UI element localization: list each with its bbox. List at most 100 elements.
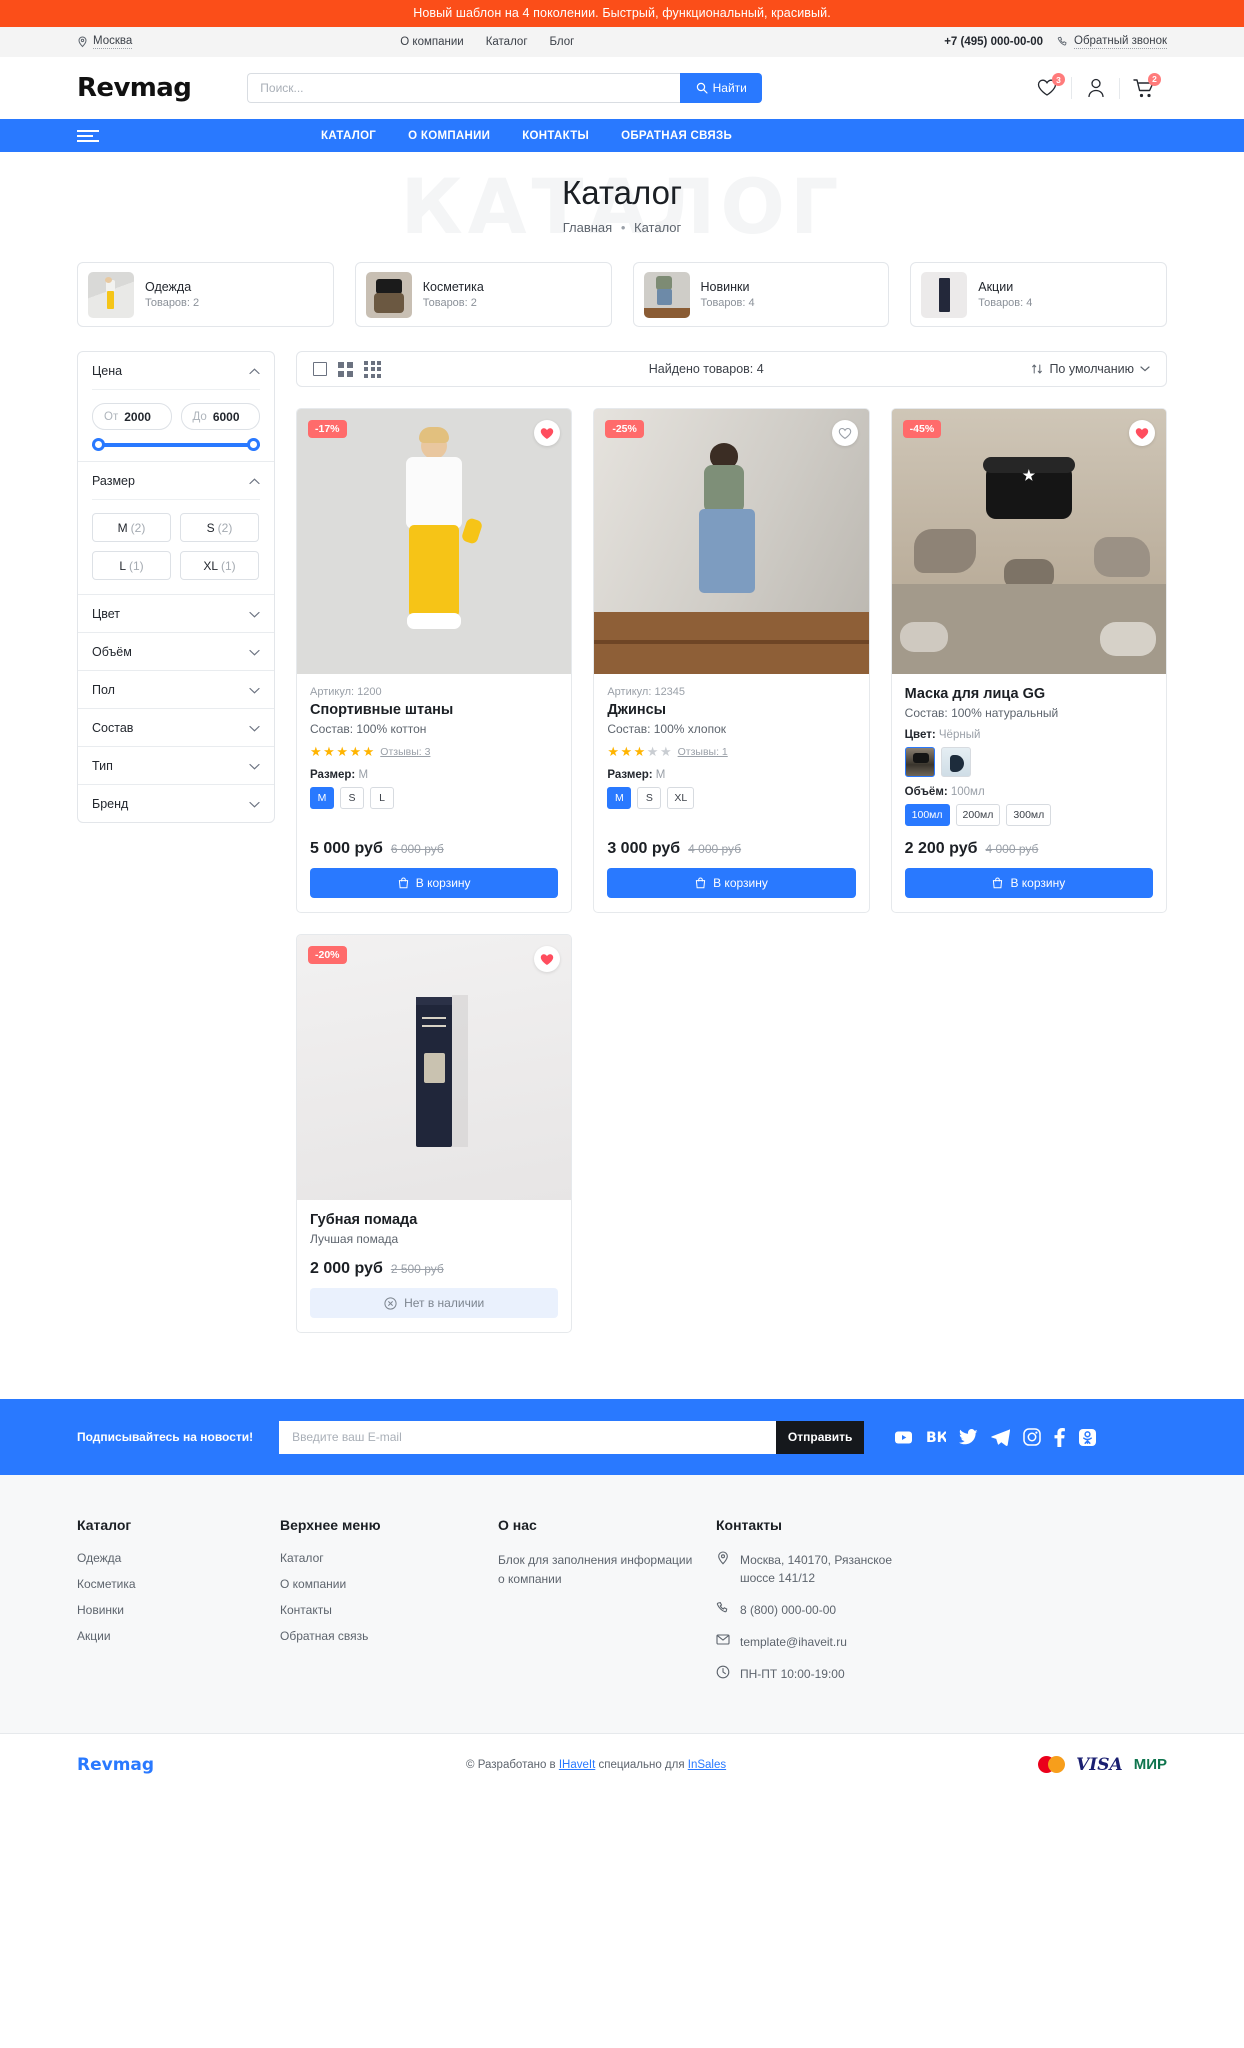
footer-link-feedback[interactable]: Обратная связь [280, 1629, 498, 1643]
copyright-platform-link[interactable]: InSales [688, 1759, 726, 1771]
color-swatch-black[interactable] [904, 747, 935, 777]
category-card-clothing[interactable]: Одежда Товаров: 2 [77, 262, 334, 327]
product-image[interactable]: -20% [297, 935, 572, 1200]
instagram-icon[interactable] [1023, 1428, 1041, 1446]
size-count: (1) [129, 558, 144, 573]
filter-header-color[interactable]: Цвет [92, 595, 260, 632]
size-filter-l[interactable]: L (1) [92, 551, 171, 580]
category-card-new[interactable]: Новинки Товаров: 4 [632, 262, 890, 327]
odnoklassniki-icon[interactable] [1078, 1428, 1097, 1447]
youtube-icon[interactable] [894, 1428, 913, 1447]
product-name[interactable]: Маска для лица GG [905, 686, 1153, 702]
footer-link-cosmetics[interactable]: Косметика [77, 1577, 280, 1591]
product-image[interactable]: -45% [891, 409, 1166, 674]
price-slider-knob-max[interactable] [247, 438, 260, 451]
footer-logo[interactable]: Revmag [77, 1755, 154, 1775]
option-button[interactable]: 100мл [904, 804, 950, 826]
star-icon: ★ [336, 744, 348, 759]
subscribe-submit-button[interactable]: Отправить [776, 1420, 865, 1454]
footer-link-sales[interactable]: Акции [77, 1629, 280, 1643]
util-link-blog[interactable]: Блог [550, 36, 575, 48]
chevron-down-icon [249, 801, 260, 808]
favorite-toggle[interactable] [831, 420, 858, 446]
size-filter-s[interactable]: S (2) [180, 513, 259, 542]
view-mode-grid2-icon[interactable] [338, 361, 353, 377]
vk-icon[interactable]: ВК [926, 1428, 946, 1447]
search-button[interactable]: Найти [680, 73, 763, 103]
option-button[interactable]: XL [667, 787, 695, 809]
filter-header-volume[interactable]: Объём [92, 633, 260, 670]
city-selector[interactable]: Москва [77, 35, 133, 49]
footer-phone[interactable]: 8 (800) 000-00-00 [740, 1601, 836, 1619]
add-to-cart-button[interactable]: В корзину [310, 868, 559, 898]
header-phone[interactable]: +7 (495) 000-00-00 [944, 36, 1043, 48]
price-slider-knob-min[interactable] [92, 438, 105, 451]
product-image[interactable]: -17% [297, 409, 572, 674]
option-button[interactable]: L [370, 787, 394, 809]
account-button[interactable] [1071, 77, 1119, 99]
search-input[interactable] [247, 73, 681, 103]
favorite-toggle[interactable] [1129, 420, 1155, 446]
nav-item-catalog[interactable]: КАТАЛОГ [321, 130, 376, 142]
sort-dropdown[interactable]: По умолчанию [1031, 362, 1150, 376]
size-filter-m[interactable]: M (2) [92, 513, 171, 542]
option-button[interactable]: M [310, 787, 334, 809]
site-logo[interactable]: Revmag [77, 73, 192, 103]
filter-header-price[interactable]: Цена [92, 352, 260, 389]
copyright-company-link[interactable]: IHaveIt [559, 1759, 595, 1771]
option-button[interactable]: 200мл [955, 804, 1001, 826]
callback-button[interactable]: Обратный звонок [1057, 35, 1167, 49]
product-name[interactable]: Губная помада [310, 1212, 558, 1228]
footer-link-about[interactable]: О компании [280, 1577, 498, 1591]
view-mode-grid3-icon[interactable] [364, 360, 381, 378]
price-range-slider[interactable] [92, 438, 260, 451]
option-button[interactable]: 300мл [1006, 804, 1052, 826]
product-card[interactable]: -17% Артикул: 1200 Спортивные штаны Сост… [296, 408, 573, 913]
nav-item-about[interactable]: О КОМПАНИИ [408, 130, 490, 142]
footer-link-new[interactable]: Новинки [77, 1603, 280, 1617]
twitter-icon[interactable] [959, 1428, 978, 1446]
filter-header-gender[interactable]: Пол [92, 671, 260, 708]
add-to-cart-button[interactable]: В корзину [904, 868, 1153, 898]
product-card[interactable]: -20% Губная помада Лучшая помада 2 000 р… [296, 934, 573, 1333]
reviews-link[interactable]: Отзывы: 1 [678, 746, 728, 758]
product-image[interactable]: -25% [594, 409, 869, 674]
product-name[interactable]: Джинсы [607, 702, 855, 718]
util-link-catalog[interactable]: Каталог [486, 36, 528, 48]
nav-item-contacts[interactable]: КОНТАКТЫ [522, 130, 589, 142]
size-filter-xl[interactable]: XL (1) [180, 551, 259, 580]
add-to-cart-button[interactable]: В корзину [607, 868, 856, 898]
filter-header-brand[interactable]: Бренд [92, 785, 260, 822]
category-card-cosmetics[interactable]: Косметика Товаров: 2 [354, 262, 612, 327]
option-button[interactable]: S [340, 787, 364, 809]
cart-button[interactable]: 2 [1119, 72, 1167, 99]
cart-count-badge: 2 [1148, 72, 1161, 86]
option-button[interactable]: S [637, 787, 662, 809]
menu-burger-icon[interactable] [77, 129, 99, 142]
footer-link-contacts[interactable]: Контакты [280, 1603, 498, 1617]
view-mode-list-icon[interactable] [313, 362, 327, 376]
facebook-icon[interactable] [1054, 1427, 1066, 1447]
footer-email[interactable]: template@ihaveit.ru [740, 1633, 847, 1651]
category-card-sales[interactable]: Акции Товаров: 4 [910, 262, 1167, 327]
filter-header-composition[interactable]: Состав [92, 709, 260, 746]
filter-header-type[interactable]: Тип [92, 747, 260, 784]
nav-item-feedback[interactable]: ОБРАТНАЯ СВЯЗЬ [621, 130, 732, 142]
price-to-input[interactable]: До 6000 [180, 403, 260, 430]
filter-header-size[interactable]: Размер [92, 462, 260, 499]
product-color-label: Цвет: Чёрный [905, 729, 1153, 741]
reviews-link[interactable]: Отзывы: 3 [380, 746, 430, 758]
footer-link-clothing[interactable]: Одежда [77, 1551, 280, 1565]
subscribe-email-input[interactable] [279, 1420, 777, 1454]
option-button[interactable]: M [607, 787, 632, 809]
footer-link-catalog[interactable]: Каталог [280, 1551, 498, 1565]
product-card[interactable]: -25% Артикул: 12345 Джинсы Состав: 100% … [593, 408, 870, 913]
breadcrumb-home[interactable]: Главная [563, 220, 612, 235]
product-card[interactable]: -45% Маска для лица GG Состав: 100% нату… [890, 408, 1167, 913]
price-from-input[interactable]: От 2000 [92, 403, 172, 430]
telegram-icon[interactable] [991, 1428, 1011, 1446]
product-name[interactable]: Спортивные штаны [310, 702, 558, 718]
util-link-about[interactable]: О компании [400, 36, 463, 48]
color-swatch-blue[interactable] [940, 747, 971, 777]
favorites-button[interactable]: 3 [1023, 73, 1071, 98]
